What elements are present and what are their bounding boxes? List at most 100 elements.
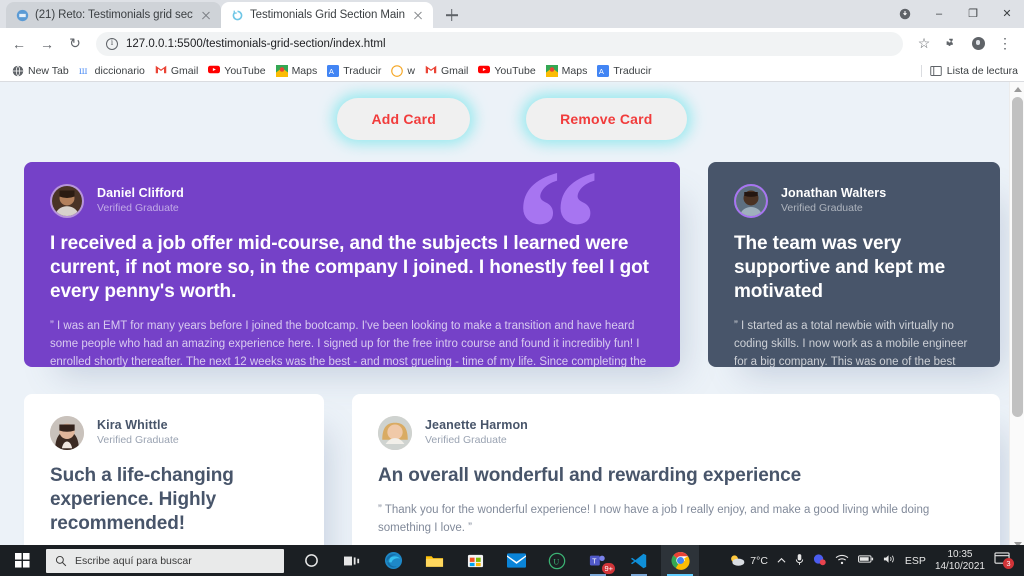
clock-time: 10:35 — [947, 549, 973, 560]
cortana-icon[interactable] — [292, 545, 330, 576]
tray-app-icon[interactable] — [813, 553, 826, 569]
volume-icon[interactable] — [883, 553, 896, 568]
dictionary-icon: Ш — [79, 65, 91, 77]
taskbar-search-input[interactable]: Escribe aquí para buscar — [46, 548, 284, 573]
battery-icon[interactable] — [857, 554, 874, 567]
microsoft-teams-icon[interactable]: T 9+ — [579, 545, 617, 576]
partly-cloudy-icon — [731, 555, 745, 566]
notification-badge: 3 — [1003, 557, 1014, 569]
chrome-menu-icon[interactable]: ⋮ — [992, 31, 1018, 57]
microphone-icon[interactable] — [795, 553, 804, 569]
reload-icon[interactable]: ↻ — [62, 31, 88, 57]
testimonial-headline: The team was very supportive and kept me… — [734, 233, 946, 303]
tab-title: (21) Reto: Testimonials grid sectio — [35, 9, 193, 21]
testimonial-card-kira-whittle[interactable]: Kira Whittle Verified Graduate Such a li… — [24, 394, 324, 552]
close-icon[interactable] — [411, 8, 425, 22]
bookmark-label: Gmail — [440, 64, 469, 77]
clock[interactable]: 10:35 14/10/2021 — [935, 549, 985, 572]
task-view-icon[interactable] — [333, 545, 371, 576]
reviewer-name: Jonathan Walters — [781, 186, 887, 201]
vs-code-icon[interactable] — [620, 545, 658, 576]
site-info-icon[interactable] — [106, 37, 118, 50]
bookmark-traducir-1[interactable]: A Traducir — [323, 63, 387, 79]
reviewer-name: Jeanette Harmon — [425, 418, 528, 433]
forward-icon[interactable]: → — [34, 31, 60, 57]
bookmark-gmail-2[interactable]: Gmail — [421, 63, 474, 79]
svg-text:T: T — [592, 556, 597, 565]
testimonial-card-daniel-clifford[interactable]: “ Daniel Clifford Verified Graduate I re… — [24, 162, 680, 367]
bookmark-gmail-1[interactable]: Gmail — [151, 63, 204, 79]
reviewer-name: Daniel Clifford — [97, 186, 184, 201]
minimize-icon: – — [935, 7, 943, 20]
translate-icon: A — [327, 64, 340, 77]
testimonial-card-jeanette-harmon[interactable]: Jeanette Harmon Verified Graduate An ove… — [352, 394, 1000, 552]
file-explorer-icon[interactable] — [415, 545, 453, 576]
bookmark-label: New Tab — [28, 64, 69, 77]
tab-reto-testimonials[interactable]: (21) Reto: Testimonials grid sectio — [6, 2, 221, 28]
wifi-icon[interactable] — [835, 554, 849, 568]
gmail-icon — [425, 65, 437, 77]
microsoft-store-icon[interactable] — [456, 545, 494, 576]
bookmark-w[interactable]: w — [387, 63, 421, 79]
windows-logo-icon — [14, 553, 30, 568]
language-indicator[interactable]: ESP — [905, 555, 926, 567]
page-scrollbar[interactable] — [1009, 82, 1024, 552]
tab-testimonials-grid-section[interactable]: Testimonials Grid Section Main — [221, 2, 433, 28]
search-icon — [55, 555, 67, 566]
profile-icon[interactable] — [965, 31, 991, 57]
search-placeholder: Escribe aquí para buscar — [75, 554, 192, 567]
bookmark-new-tab[interactable]: New Tab — [8, 63, 75, 79]
card-identity: Jonathan Walters Verified Graduate — [781, 186, 886, 215]
maximize-button[interactable]: ❐ — [956, 0, 990, 28]
scroll-up-icon[interactable] — [1014, 87, 1022, 92]
bookmark-youtube-1[interactable]: YouTube — [204, 63, 271, 79]
gmail-icon — [155, 65, 167, 77]
testimonial-headline: I received a job offer mid-course, and t… — [50, 233, 649, 303]
close-window-button[interactable]: ✕ — [990, 0, 1024, 28]
card-identity: Jeanette Harmon Verified Graduate — [425, 418, 528, 447]
scrollbar-thumb[interactable] — [1012, 97, 1023, 417]
start-button[interactable] — [0, 545, 44, 576]
reviewer-name: Kira Whittle — [97, 418, 168, 433]
bookmark-traducir-2[interactable]: A Traducir — [593, 63, 657, 79]
globe-icon — [12, 64, 24, 77]
testimonial-card-jonathan-walters[interactable]: Jonathan Walters Verified Graduate The t… — [708, 162, 1000, 367]
puzzle-icon[interactable] — [938, 31, 964, 57]
udemy-icon[interactable]: U — [538, 545, 576, 576]
weather-widget[interactable]: 7°C — [729, 553, 768, 568]
testimonial-headline: An overall wonderful and rewarding exper… — [378, 465, 802, 486]
teams-badge: 9+ — [602, 563, 615, 574]
w-icon — [391, 64, 404, 77]
tray-expand-chevron-icon[interactable] — [777, 555, 786, 567]
testimonial-body: ” I was an EMT for many years before I j… — [50, 320, 647, 367]
back-icon[interactable]: ← — [6, 31, 32, 57]
edge-icon[interactable] — [374, 545, 412, 576]
notification-center-button[interactable]: 3 — [994, 551, 1016, 571]
bookmark-diccionario[interactable]: Ш diccionario — [75, 63, 151, 79]
bookmark-maps-2[interactable]: Maps — [542, 63, 594, 79]
tab-strip: (21) Reto: Testimonials grid sectio Test… — [0, 0, 1024, 28]
bookmark-youtube-2[interactable]: YouTube — [474, 63, 541, 79]
reading-list-button[interactable]: Lista de lectura — [920, 64, 1018, 77]
testimonial-body: ” I started as a total newbie with virtu… — [734, 320, 968, 367]
bookmark-label: Traducir — [343, 64, 382, 77]
new-tab-button[interactable] — [439, 2, 465, 28]
address-bar[interactable]: 127.0.0.1:5500/testimonials-grid-section… — [96, 31, 903, 56]
window-controls: – ❐ ✕ — [888, 0, 1024, 28]
google-chrome-icon[interactable] — [661, 545, 699, 576]
minimize-button[interactable]: – — [922, 0, 956, 28]
add-card-button[interactable]: Add Card — [337, 98, 471, 140]
mail-icon[interactable] — [497, 545, 535, 576]
system-tray: 7°C ESP 10:35 14/10/2021 3 — [729, 549, 1024, 572]
remove-card-button[interactable]: Remove Card — [526, 98, 687, 140]
bookmark-label: diccionario — [94, 64, 145, 77]
card-controls: Add Card Remove Card — [0, 82, 1024, 140]
card-identity: Daniel Clifford Verified Graduate — [97, 186, 184, 215]
card-header: Kira Whittle Verified Graduate — [50, 416, 296, 450]
chrome-update-icon[interactable] — [888, 0, 922, 28]
close-icon[interactable] — [199, 8, 213, 22]
bookmark-maps-1[interactable]: Maps — [272, 63, 324, 79]
bookmark-star-icon[interactable]: ☆ — [911, 31, 937, 57]
card-header: Daniel Clifford Verified Graduate — [50, 184, 652, 218]
live-server-icon — [231, 9, 244, 22]
